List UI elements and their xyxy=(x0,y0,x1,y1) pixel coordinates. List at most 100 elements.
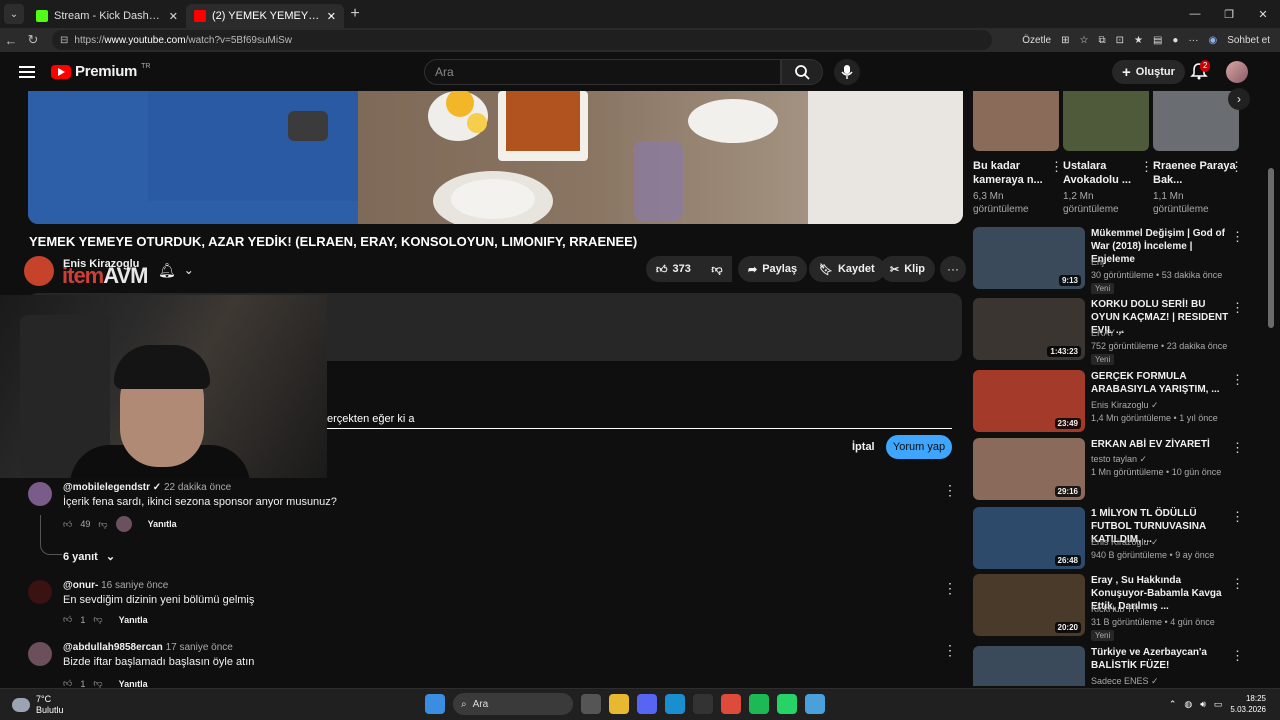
short-thumbnail[interactable] xyxy=(973,91,1059,151)
short-item[interactable]: Rraenee Paraya Bak... 1,1 Mn görüntüleme… xyxy=(1153,91,1243,216)
youtube-logo[interactable]: Premium TR xyxy=(51,63,150,80)
profile-icon[interactable]: ● xyxy=(1172,35,1178,46)
back-icon[interactable]: ← xyxy=(0,33,22,48)
dislike-icon[interactable]: 👎︎ xyxy=(93,614,102,625)
short-item[interactable]: Bu kadar kameraya n... 6,3 Mn görüntülem… xyxy=(973,91,1063,216)
video-more-icon[interactable]: ⋮ xyxy=(1231,440,1244,456)
reply-button[interactable]: Yanıtla xyxy=(119,679,148,689)
notepad-icon[interactable] xyxy=(805,694,825,714)
windows-start-icon[interactable] xyxy=(425,694,445,714)
recommendation-item[interactable]: 29:16 ERKAN ABİ EV ZİYARETİ testo taylan… xyxy=(973,438,1253,504)
video-thumbnail[interactable]: 1:43:23 xyxy=(973,298,1085,360)
short-more-icon[interactable]: ⋮ xyxy=(1140,159,1153,175)
battery-icon[interactable]: ▭ xyxy=(1214,699,1223,710)
short-title[interactable]: Rraenee Paraya Bak... xyxy=(1153,159,1239,187)
whatsapp-icon[interactable] xyxy=(777,694,797,714)
cancel-button[interactable]: İptal xyxy=(846,435,881,459)
dislike-button[interactable]: 👎︎ xyxy=(702,256,732,282)
short-thumbnail[interactable] xyxy=(1063,91,1149,151)
recommendation-item[interactable]: 20:20 Eray , Su Hakkında Konuşuyor-Babam… xyxy=(973,574,1253,641)
submit-comment-button[interactable]: Yorum yap xyxy=(886,435,952,459)
comment-time[interactable]: 22 dakika önce xyxy=(164,482,231,493)
recommendation-item[interactable]: 9:13 Mükemmel Değişim | God of War (2018… xyxy=(973,227,1253,294)
maximize-icon[interactable]: ❐ xyxy=(1212,0,1246,28)
taskbar-search[interactable]: ⌕ Ara xyxy=(453,693,573,715)
volume-icon[interactable]: 🔊︎ xyxy=(1200,699,1206,710)
voice-search-button[interactable] xyxy=(834,59,860,85)
comment-author[interactable]: @abdullah9858ercan xyxy=(63,642,163,653)
comment-more-icon[interactable]: ⋮ xyxy=(943,580,957,597)
summarize-button[interactable]: Özetle xyxy=(1022,35,1051,46)
channel-name[interactable]: Enis Kirazoglu ✓ xyxy=(1091,537,1159,548)
tab-close-icon[interactable]: ✕ xyxy=(327,10,336,23)
close-window-icon[interactable]: ✕ xyxy=(1246,0,1280,28)
more-options-icon[interactable]: ··· xyxy=(1188,35,1198,46)
tab-kick-dashboard[interactable]: Stream - Kick Dashboard ✕ xyxy=(28,4,186,28)
favorites-icon[interactable]: ★ xyxy=(1134,35,1143,46)
comment-time[interactable]: 16 saniye önce xyxy=(101,580,168,591)
short-more-icon[interactable]: ⋮ xyxy=(1050,159,1063,175)
video-thumbnail[interactable]: 26:48 xyxy=(973,507,1085,569)
menu-icon[interactable] xyxy=(19,65,35,78)
reply-button[interactable]: Yanıtla xyxy=(148,519,177,529)
video-more-icon[interactable]: ⋮ xyxy=(1231,372,1244,388)
create-button[interactable]: + Oluştur xyxy=(1112,60,1185,84)
tray-chevron-icon[interactable]: ⌃ xyxy=(1169,699,1177,710)
url-field[interactable]: ⊟ https://www.youtube.com/watch?v=5Bf69s… xyxy=(52,30,992,50)
subscription-bell-button[interactable]: 🔔︎ ⌄ xyxy=(158,256,202,284)
short-title[interactable]: Ustalara Avokadolu ... xyxy=(1063,159,1149,187)
reply-button[interactable]: Yanıtla xyxy=(119,615,148,625)
save-button[interactable]: 🔖︎ Kaydet xyxy=(809,256,885,282)
discord-icon[interactable] xyxy=(637,694,657,714)
short-more-icon[interactable]: ⋮ xyxy=(1230,159,1243,175)
like-icon[interactable]: 👍︎ xyxy=(63,519,72,530)
video-title[interactable]: ERKAN ABİ EV ZİYARETİ xyxy=(1091,438,1229,451)
dislike-icon[interactable]: 👎︎ xyxy=(98,519,107,530)
channel-name[interactable]: KickHub TR xyxy=(1091,604,1139,614)
comment-time[interactable]: 17 saniye önce xyxy=(166,642,233,653)
clip-button[interactable]: ✂ Klip xyxy=(880,256,935,282)
video-title[interactable]: Mükemmel Değişim | God of War (2018) İnc… xyxy=(1091,227,1229,266)
like-icon[interactable]: 👍︎ xyxy=(63,614,72,625)
search-button[interactable] xyxy=(781,59,823,85)
spotify-icon[interactable] xyxy=(749,694,769,714)
page-scrollbar[interactable] xyxy=(1268,168,1274,328)
obs-icon[interactable] xyxy=(693,694,713,714)
show-replies-button[interactable]: 6 yanıt ⌄ xyxy=(63,550,115,564)
extensions-icon[interactable]: ⧉ xyxy=(1098,35,1105,46)
channel-name[interactable]: Enis Kirazoglu ✓ xyxy=(1091,400,1159,411)
more-actions-button[interactable]: ··· xyxy=(940,256,966,282)
reading-view-icon[interactable]: ⊞ xyxy=(1061,35,1069,46)
recommendation-item[interactable]: 26:48 1 MİLYON TL ÖDÜLLÜ FUTBOL TURNUVAS… xyxy=(973,507,1253,573)
video-thumbnail[interactable]: 23:49 xyxy=(973,370,1085,432)
video-thumbnail[interactable]: 29:16 xyxy=(973,438,1085,500)
video-more-icon[interactable]: ⋮ xyxy=(1231,229,1244,245)
copilot-icon[interactable]: ◉ xyxy=(1208,35,1217,46)
channel-name[interactable]: Sadece ENES ✓ xyxy=(1091,676,1159,686)
account-avatar[interactable] xyxy=(1226,61,1248,83)
video-thumbnail[interactable]: 20:20 xyxy=(973,574,1085,636)
video-more-icon[interactable]: ⋮ xyxy=(1231,300,1244,316)
recommendation-item[interactable]: 23:49 GERÇEK FORMULA ARABASIYLA YARIŞTIM… xyxy=(973,370,1253,436)
search-input[interactable]: Ara xyxy=(424,59,781,85)
refresh-icon[interactable]: ↻ xyxy=(22,32,44,48)
tab-actions-icon[interactable]: ⌄ xyxy=(4,4,24,24)
video-thumbnail[interactable] xyxy=(973,646,1085,686)
share-button[interactable]: ➦ Paylaş xyxy=(738,256,808,282)
video-more-icon[interactable]: ⋮ xyxy=(1231,576,1244,592)
video-more-icon[interactable]: ⋮ xyxy=(1231,648,1244,664)
favorite-star-icon[interactable]: ☆ xyxy=(1079,35,1088,46)
channel-name[interactable]: testo taylan ✓ xyxy=(1091,454,1147,465)
channel-avatar[interactable] xyxy=(24,256,54,286)
split-screen-icon[interactable]: ⊡ xyxy=(1116,35,1124,46)
chrome-icon[interactable] xyxy=(721,694,741,714)
comment-more-icon[interactable]: ⋮ xyxy=(943,642,957,659)
weather-widget[interactable]: 7°C Bulutlu xyxy=(12,694,64,716)
comment-more-icon[interactable]: ⋮ xyxy=(943,482,957,499)
shorts-next-button[interactable]: › xyxy=(1228,88,1250,110)
short-thumbnail[interactable] xyxy=(1153,91,1239,151)
task-view-icon[interactable] xyxy=(581,694,601,714)
channel-name[interactable]: Enj xyxy=(1091,257,1104,267)
network-icon[interactable]: ◍ xyxy=(1184,699,1192,710)
short-item[interactable]: Ustalara Avokadolu ... 1,2 Mn görüntülem… xyxy=(1063,91,1153,216)
